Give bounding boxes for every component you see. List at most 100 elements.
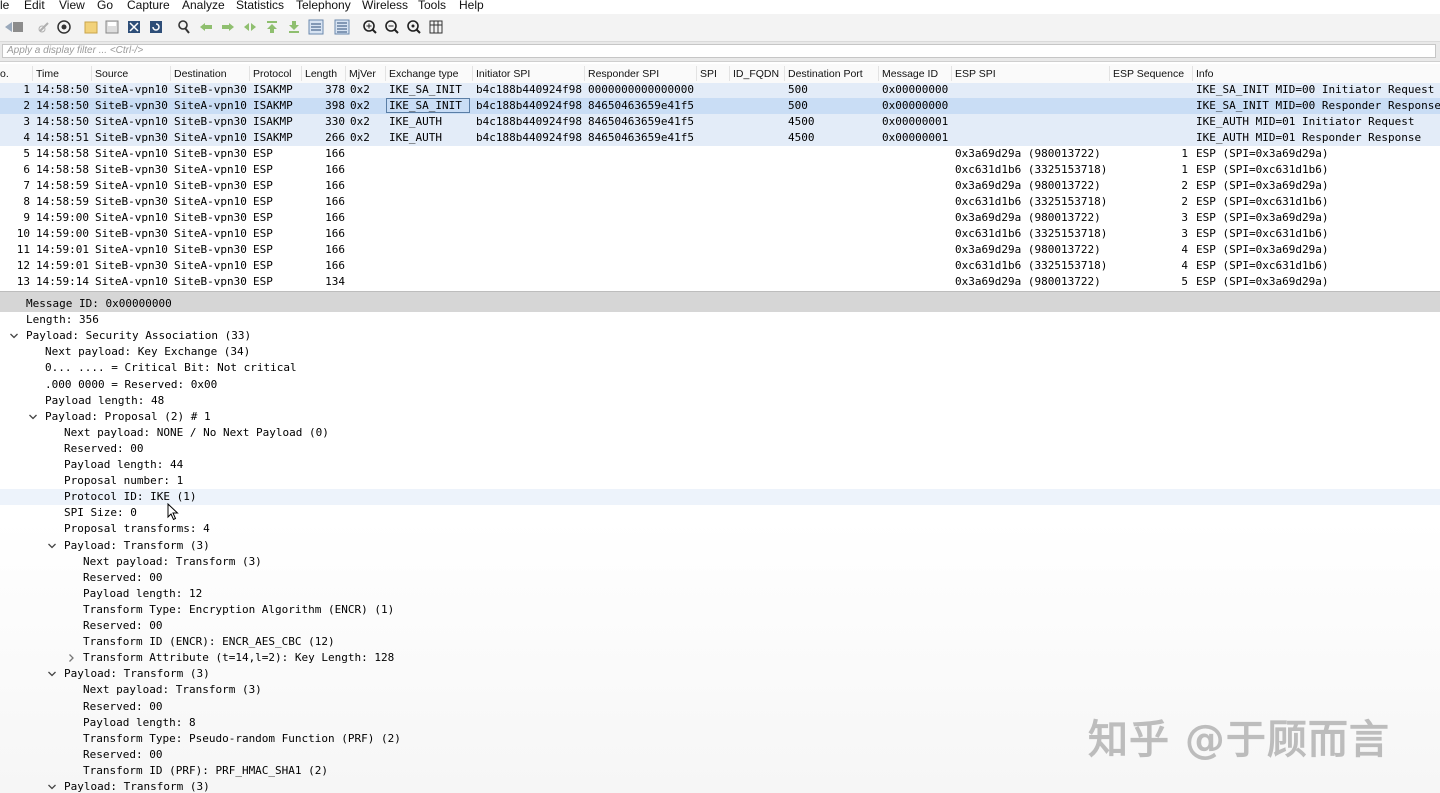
packet-row[interactable]: 4 14:58:51 SiteB-vpn30 SiteA-vpn10 ISAKMP 266… <box>0 130 1440 146</box>
detail-tree-row[interactable]: Next payload: Key Exchange (34) <box>0 344 1440 360</box>
detail-tree-row[interactable]: Proposal transforms: 4 <box>0 521 1440 537</box>
column-header-esp-sequence[interactable]: ESP Sequence <box>1113 68 1184 80</box>
column-header-id-fqdn[interactable]: ID_FQDN <box>733 68 779 80</box>
zoom-normal-icon[interactable] <box>406 19 422 35</box>
detail-tree-row[interactable]: Length: 356 <box>0 312 1440 328</box>
expand-chevron-right-icon[interactable] <box>65 650 77 666</box>
expand-chevron-down-icon[interactable] <box>46 538 58 554</box>
detail-tree-row[interactable]: Payload: Transform (3) <box>0 779 1440 793</box>
detail-tree-row[interactable]: Payload length: 48 <box>0 393 1440 409</box>
column-divider[interactable] <box>385 66 386 81</box>
column-divider[interactable] <box>472 66 473 81</box>
packet-row[interactable]: 13 14:59:14 SiteA-vpn10 SiteB-vpn30 ESP 134 0x… <box>0 274 1440 290</box>
detail-tree-row[interactable]: Payload: Security Association (33) <box>0 328 1440 344</box>
zoom-out-icon[interactable] <box>384 19 400 35</box>
detail-tree-row[interactable]: Payload: Proposal (2) # 1 <box>0 409 1440 425</box>
menu-item-statistics[interactable]: Statistics <box>236 0 284 11</box>
column-header-protocol[interactable]: Protocol <box>253 68 292 80</box>
expand-chevron-down-icon[interactable] <box>27 409 39 425</box>
detail-tree-row[interactable]: Proposal number: 1 <box>0 473 1440 489</box>
menu-item-edit[interactable]: Edit <box>24 0 45 11</box>
open-file-icon[interactable] <box>83 19 99 35</box>
column-divider[interactable] <box>951 66 952 81</box>
column-header-responder-spi[interactable]: Responder SPI <box>588 68 659 80</box>
stop-capture-icon[interactable] <box>10 19 26 35</box>
column-divider[interactable] <box>1192 66 1193 81</box>
menu-item-telephony[interactable]: Telephony <box>296 0 351 11</box>
display-filter-input[interactable]: Apply a display filter ... <Ctrl-/> <box>2 44 1436 58</box>
detail-tree-row[interactable]: Reserved: 00 <box>0 441 1440 457</box>
find-packet-icon[interactable] <box>176 19 192 35</box>
packet-row[interactable]: 1 14:58:50 SiteA-vpn10 SiteB-vpn30 ISAKMP 378… <box>0 83 1440 98</box>
detail-tree-row[interactable]: Transform Attribute (t=14,l=2): Key Leng… <box>0 650 1440 666</box>
zoom-in-icon[interactable] <box>362 19 378 35</box>
menu-item-view[interactable]: View <box>59 0 85 11</box>
detail-tree-row[interactable]: Payload length: 12 <box>0 586 1440 602</box>
detail-tree-row[interactable]: Payload: Transform (3) <box>0 666 1440 682</box>
detail-tree-row[interactable]: Next payload: Transform (3) <box>0 554 1440 570</box>
detail-tree-row[interactable]: Transform ID (ENCR): ENCR_AES_CBC (12) <box>0 634 1440 650</box>
go-forward-icon[interactable] <box>220 19 236 35</box>
expand-chevron-down-icon[interactable] <box>8 328 20 344</box>
detail-tree-row[interactable]: 0... .... = Critical Bit: Not critical <box>0 360 1440 376</box>
save-file-icon[interactable] <box>104 19 120 35</box>
column-divider[interactable] <box>249 66 250 81</box>
column-header-esp-spi[interactable]: ESP SPI <box>955 68 996 80</box>
detail-tree-row[interactable]: Next payload: NONE / No Next Payload (0) <box>0 425 1440 441</box>
column-divider[interactable] <box>91 66 92 81</box>
column-divider[interactable] <box>878 66 879 81</box>
column-divider[interactable] <box>301 66 302 81</box>
capture-options-icon[interactable] <box>56 19 72 35</box>
column-divider[interactable] <box>170 66 171 81</box>
column-header-initiator-spi[interactable]: Initiator SPI <box>476 68 530 80</box>
detail-tree-row[interactable]: Next payload: Transform (3) <box>0 682 1440 698</box>
column-header-source[interactable]: Source <box>95 68 128 80</box>
column-header-destination[interactable]: Destination <box>174 68 227 80</box>
go-first-icon[interactable] <box>264 19 280 35</box>
column-divider[interactable] <box>1109 66 1110 81</box>
reload-file-icon[interactable] <box>148 19 164 35</box>
menu-item-wireless[interactable]: Wireless <box>362 0 408 11</box>
expand-chevron-down-icon[interactable] <box>46 779 58 793</box>
go-to-packet-icon[interactable] <box>242 19 258 35</box>
menu-item-capture[interactable]: Capture <box>127 0 170 11</box>
column-divider[interactable] <box>729 66 730 81</box>
menu-item-le[interactable]: le <box>0 0 9 11</box>
packet-row[interactable]: 7 14:58:59 SiteA-vpn10 SiteB-vpn30 ESP 166 0x3… <box>0 178 1440 194</box>
resize-columns-icon[interactable] <box>428 19 444 35</box>
detail-tree-row[interactable]: .000 0000 = Reserved: 0x00 <box>0 377 1440 393</box>
packet-row[interactable]: 8 14:58:59 SiteB-vpn30 SiteA-vpn10 ESP 166 0xc… <box>0 194 1440 210</box>
colorize-icon[interactable] <box>334 19 350 35</box>
packet-row[interactable]: 10 14:59:00 SiteB-vpn30 SiteA-vpn10 ESP 166 0x… <box>0 226 1440 242</box>
column-header-length[interactable]: Length <box>305 68 337 80</box>
menu-item-help[interactable]: Help <box>459 0 484 11</box>
detail-tree-row[interactable]: Payload length: 44 <box>0 457 1440 473</box>
column-header-o[interactable]: o. <box>0 68 9 80</box>
detail-tree-row[interactable]: Payload: Transform (3) <box>0 538 1440 554</box>
auto-scroll-icon[interactable] <box>308 19 324 35</box>
detail-tree-row[interactable]: Transform ID (PRF): PRF_HMAC_SHA1 (2) <box>0 763 1440 779</box>
column-divider[interactable] <box>696 66 697 81</box>
column-header-destination-port[interactable]: Destination Port <box>788 68 863 80</box>
column-header-exchange-type[interactable]: Exchange type <box>389 68 458 80</box>
packet-row[interactable]: 2 14:58:50 SiteB-vpn30 SiteA-vpn10 ISAKMP 398… <box>0 98 1440 114</box>
column-divider[interactable] <box>584 66 585 81</box>
detail-tree-row[interactable]: Transform Type: Encryption Algorithm (EN… <box>0 602 1440 618</box>
restart-capture-icon[interactable] <box>36 19 52 35</box>
detail-tree-row[interactable]: Reserved: 00 <box>0 570 1440 586</box>
column-divider[interactable] <box>784 66 785 81</box>
detail-tree-row[interactable]: Reserved: 00 <box>0 618 1440 634</box>
packet-row[interactable]: 3 14:58:50 SiteA-vpn10 SiteB-vpn30 ISAKMP 330… <box>0 114 1440 130</box>
expand-chevron-down-icon[interactable] <box>46 666 58 682</box>
menu-item-go[interactable]: Go <box>97 0 113 11</box>
column-header-spi[interactable]: SPI <box>700 68 717 80</box>
column-divider[interactable] <box>345 66 346 81</box>
column-header-time[interactable]: Time <box>36 68 59 80</box>
go-last-icon[interactable] <box>286 19 302 35</box>
detail-tree-row[interactable]: Protocol ID: IKE (1) <box>0 489 1440 506</box>
packet-row[interactable]: 12 14:59:01 SiteB-vpn30 SiteA-vpn10 ESP 166 0x… <box>0 258 1440 274</box>
column-header-mjver[interactable]: MjVer <box>349 68 376 80</box>
packet-row[interactable]: 5 14:58:58 SiteA-vpn10 SiteB-vpn30 ESP 166 0x3… <box>0 146 1440 162</box>
close-file-icon[interactable] <box>126 19 142 35</box>
menu-item-tools[interactable]: Tools <box>418 0 446 11</box>
